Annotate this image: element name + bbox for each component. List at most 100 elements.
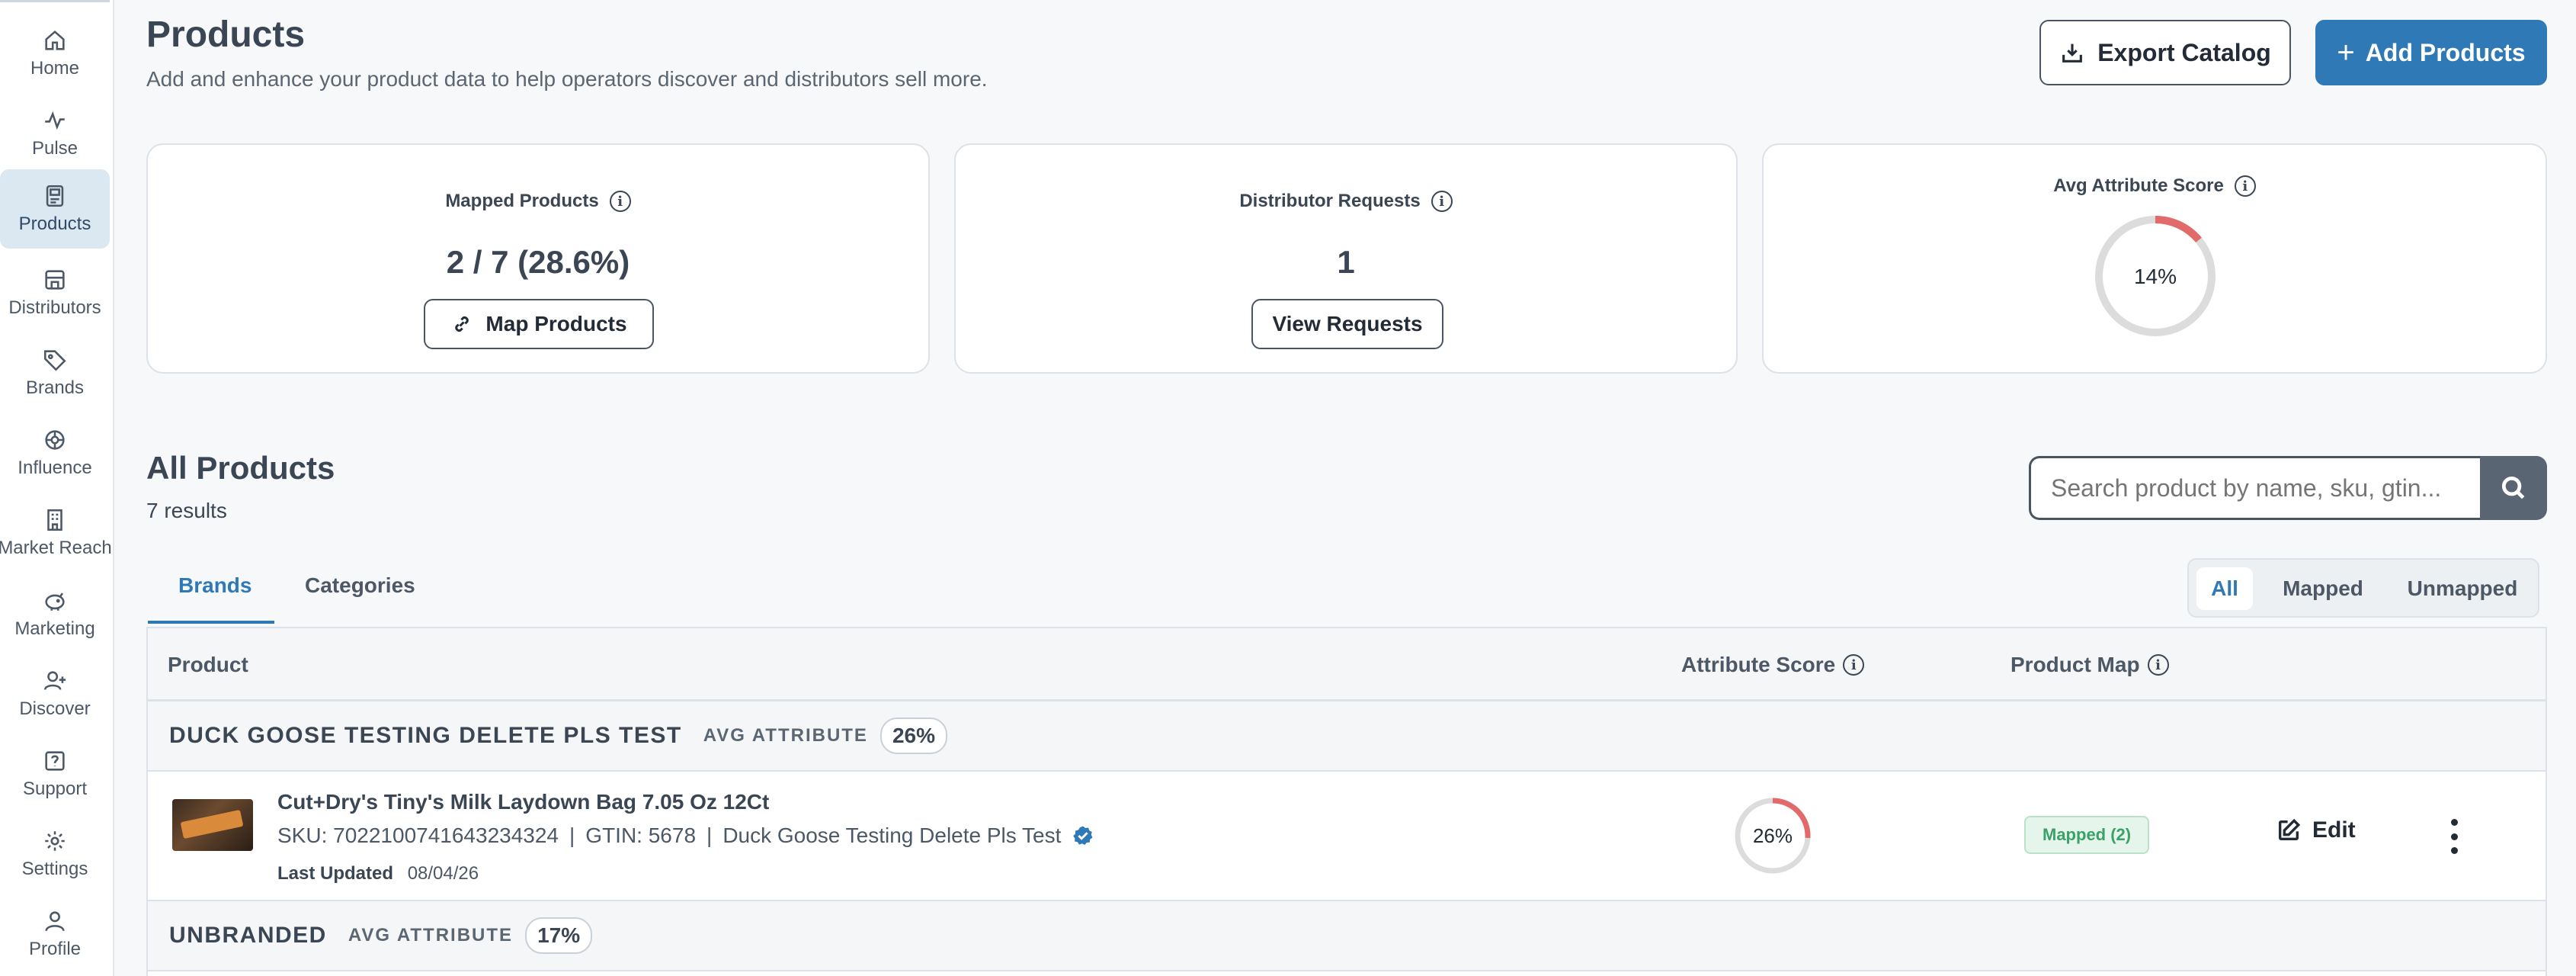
search-icon: [2501, 476, 2525, 499]
sidebar-item-label: Products: [18, 214, 91, 234]
distributors-icon: [45, 270, 65, 290]
brand-group-row: UNBRANDED AVG ATTRIBUTE 17%: [148, 901, 2546, 971]
sidebar-item-market-reach[interactable]: Market Reach: [0, 493, 112, 573]
card-title: Distributor Requests i: [956, 191, 1736, 212]
last-updated-label: Last Updated: [277, 863, 394, 884]
sidebar-item-label: Home: [30, 58, 80, 79]
sidebar-item-label: Marketing: [14, 618, 95, 639]
last-updated-value: 08/04/26: [407, 863, 479, 884]
avg-attribute-badge: 17%: [525, 917, 593, 954]
meta-separator: |: [569, 824, 575, 847]
products-table: Product Attribute Score i Product Map i …: [146, 627, 2547, 976]
product-name[interactable]: Cut+Dry's Tiny's Milk Laydown Bag 7.05 O…: [277, 790, 769, 814]
filter-all[interactable]: All: [2196, 567, 2253, 610]
export-catalog-button[interactable]: Export Catalog: [2039, 20, 2291, 85]
sidebar-item-support[interactable]: Support: [0, 734, 110, 814]
distributor-requests-card: Distributor Requests i 1 View Requests: [954, 143, 1738, 374]
edit-icon: [2278, 818, 2301, 841]
tab-brands[interactable]: Brands: [178, 573, 252, 598]
products-icon: [46, 185, 64, 207]
mapped-products-title: Mapped Products: [445, 191, 599, 211]
search-input[interactable]: [2029, 456, 2481, 520]
edit-button[interactable]: Edit: [2276, 817, 2356, 843]
brand-group-name: UNBRANDED: [169, 923, 327, 948]
mapped-products-value: 2 / 7 (28.6%): [446, 244, 630, 280]
column-map-label: Product Map: [2010, 653, 2140, 676]
meta-separator: |: [706, 824, 713, 847]
sidebar: Home Pulse Products Distributors Brands …: [0, 0, 114, 976]
download-icon: [2062, 43, 2083, 63]
distributor-requests-value: 1: [1337, 244, 1355, 280]
active-tab-indicator: [148, 621, 274, 624]
more-options-icon[interactable]: [2446, 819, 2462, 854]
sidebar-item-label: Profile: [28, 939, 82, 959]
link-icon: [455, 316, 469, 332]
brand-group-name: DUCK GOOSE TESTING DELETE PLS TEST: [169, 723, 682, 748]
avg-attribute-label: AVG ATTRIBUTE: [348, 925, 514, 946]
filter-unmapped[interactable]: Unmapped: [2392, 567, 2533, 610]
tab-categories[interactable]: Categories: [305, 573, 415, 598]
sidebar-item-label: Discover: [19, 698, 91, 719]
sidebar-item-brands[interactable]: Brands: [0, 333, 110, 413]
avg-attribute-score-title: Avg Attribute Score: [2053, 175, 2224, 196]
mapped-status-badge[interactable]: Mapped (2): [2024, 816, 2150, 854]
map-products-button[interactable]: Map Products: [424, 299, 654, 349]
sidebar-item-label: Settings: [21, 859, 88, 879]
avg-score-ring: 14%: [2095, 216, 2216, 336]
filter-mapped[interactable]: Mapped: [2262, 567, 2384, 610]
map-products-label: Map Products: [485, 312, 627, 336]
attribute-score-ring: 26%: [1735, 798, 1811, 874]
mapping-filter: All Mapped Unmapped: [2187, 558, 2539, 618]
plus-icon: +: [2337, 36, 2355, 69]
add-products-button[interactable]: + Add Products: [2315, 20, 2547, 85]
info-icon[interactable]: i: [1843, 654, 1865, 676]
table-row[interactable]: Cut+Dry's Tiny's Milk Laydown Bag 7.05 O…: [148, 773, 2546, 901]
tag-icon: [43, 350, 66, 371]
sidebar-item-label: Market Reach: [0, 538, 112, 558]
product-thumbnail: [172, 799, 253, 851]
sidebar-item-distributors[interactable]: Distributors: [0, 253, 110, 332]
view-requests-button[interactable]: View Requests: [1251, 299, 1443, 349]
sidebar-item-pulse[interactable]: Pulse: [0, 94, 110, 173]
sidebar-item-label: Brands: [25, 377, 85, 398]
sidebar-item-label: Distributors: [8, 297, 101, 318]
help-icon: [45, 751, 65, 771]
verified-badge-icon: [1073, 826, 1093, 845]
sidebar-item-settings[interactable]: Settings: [0, 814, 110, 894]
info-icon[interactable]: i: [1431, 191, 1453, 212]
column-product-label: Product: [168, 653, 248, 676]
sidebar-item-influence[interactable]: Influence: [0, 413, 110, 493]
sidebar-item-marketing[interactable]: Marketing: [0, 574, 110, 653]
product-last-updated: Last Updated 08/04/26: [277, 863, 479, 884]
card-title: Mapped Products i: [148, 191, 928, 212]
sidebar-item-products[interactable]: Products: [0, 169, 110, 249]
view-requests-label: View Requests: [1272, 312, 1423, 336]
info-icon[interactable]: i: [609, 191, 631, 212]
avg-score-value: 14%: [2134, 265, 2177, 288]
product-meta: SKU: 7022100741643234324 | GTIN: 5678 | …: [277, 824, 1094, 848]
home-icon: [45, 30, 65, 50]
brand-group-row: DUCK GOOSE TESTING DELETE PLS TEST AVG A…: [148, 702, 2546, 772]
results-count: 7 results: [146, 499, 227, 522]
info-icon[interactable]: i: [2147, 654, 2169, 676]
piggy-bank-icon: [45, 592, 65, 611]
all-products-title: All Products: [146, 450, 335, 486]
sidebar-item-label: Influence: [18, 458, 92, 478]
sidebar-item-home[interactable]: Home: [0, 14, 110, 93]
search-button[interactable]: [2480, 456, 2547, 520]
sidebar-item-profile[interactable]: Profile: [0, 894, 110, 974]
user-plus-icon: [43, 671, 66, 690]
export-catalog-label: Export Catalog: [2097, 38, 2271, 66]
info-icon[interactable]: i: [2234, 175, 2256, 197]
add-products-label: Add Products: [2365, 38, 2526, 66]
column-product: Product: [168, 653, 248, 677]
attribute-score-value: 26%: [1753, 824, 1793, 847]
building-icon: [47, 509, 62, 531]
user-icon: [45, 911, 65, 932]
table-header: Product Attribute Score i Product Map i: [148, 628, 2546, 702]
avg-attribute-badge: 26%: [879, 718, 947, 754]
influence-icon: [45, 430, 65, 450]
gear-icon: [45, 831, 65, 851]
sidebar-item-discover[interactable]: Discover: [0, 654, 110, 734]
sidebar-top-divider: [0, 0, 110, 2]
